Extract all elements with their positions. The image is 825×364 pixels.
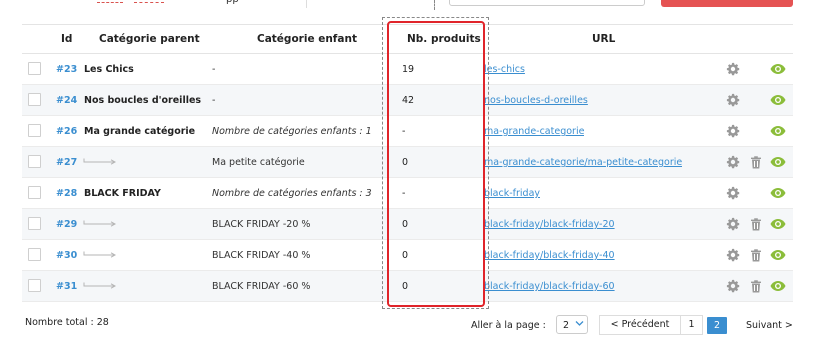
toolbar-partial-label: pp <box>226 0 239 5</box>
eye-icon[interactable] <box>770 94 786 109</box>
row-checkbox[interactable] <box>28 217 41 230</box>
eye-icon[interactable] <box>770 156 786 171</box>
row-checkbox[interactable] <box>28 124 41 137</box>
trash-icon[interactable] <box>750 218 762 234</box>
gear-icon[interactable] <box>726 155 740 172</box>
eye-icon[interactable] <box>770 187 786 202</box>
category-url-link[interactable]: ma-grande-categorie/ma-petite-categorie <box>484 157 682 168</box>
gear-icon[interactable] <box>726 124 740 141</box>
child-category: BLACK FRIDAY -60 % <box>212 281 311 292</box>
row-checkbox[interactable] <box>28 62 41 75</box>
goto-page-label: Aller à la page : <box>471 320 546 331</box>
toolbar-dashed-link[interactable] <box>134 2 164 3</box>
page-2-button[interactable]: 2 <box>707 317 727 334</box>
row-id-link[interactable]: #24 <box>56 95 77 106</box>
parent-category: BLACK FRIDAY <box>84 188 161 199</box>
row-id-link[interactable]: #30 <box>56 250 77 261</box>
row-checkbox[interactable] <box>28 279 41 292</box>
eye-icon[interactable] <box>770 249 786 264</box>
row-id-link[interactable]: #28 <box>56 188 77 199</box>
chevron-down-icon <box>575 321 584 326</box>
trash-icon[interactable] <box>750 249 762 265</box>
add-category-button[interactable] <box>661 0 793 7</box>
row-checkbox[interactable] <box>28 186 41 199</box>
page-select[interactable]: 2 <box>556 315 588 334</box>
search-input[interactable] <box>449 0 645 6</box>
row-id-link[interactable]: #29 <box>56 219 77 230</box>
category-url-link[interactable]: ma-grande-categorie <box>484 126 584 137</box>
col-header-url[interactable]: URL <box>592 33 615 45</box>
toolbar-guide-line <box>434 0 435 10</box>
eye-icon[interactable] <box>770 125 786 140</box>
row-checkbox[interactable] <box>28 93 41 106</box>
category-url-link[interactable]: black-friday/black-friday-60 <box>484 281 615 292</box>
parent-category: Les Chics <box>84 64 134 75</box>
sub-category-arrow-icon <box>83 220 117 231</box>
child-category: BLACK FRIDAY -20 % <box>212 219 311 230</box>
row-id-link[interactable]: #23 <box>56 64 77 75</box>
total-count: Nombre total : 28 <box>25 317 109 328</box>
trash-icon[interactable] <box>750 156 762 172</box>
sub-category-arrow-icon <box>83 158 117 169</box>
toolbar-dashed-link[interactable] <box>97 2 123 3</box>
row-checkbox[interactable] <box>28 248 41 261</box>
child-category: - <box>212 95 216 106</box>
gear-icon[interactable] <box>726 93 740 110</box>
row-id-link[interactable]: #26 <box>56 126 77 137</box>
child-category: Nombre de catégories enfants : 3 <box>212 188 372 199</box>
eye-icon[interactable] <box>770 63 786 78</box>
highlight-box <box>387 21 485 307</box>
row-checkbox[interactable] <box>28 155 41 168</box>
top-toolbar: pp <box>0 0 825 12</box>
trash-icon[interactable] <box>750 280 762 296</box>
category-url-link[interactable]: black-friday <box>484 188 540 199</box>
child-category: Ma petite catégorie <box>212 157 305 168</box>
previous-page-button[interactable]: < Précédent <box>599 315 681 335</box>
category-url-link[interactable]: les-chics <box>484 64 525 75</box>
category-url-link[interactable]: black-friday/black-friday-20 <box>484 219 615 230</box>
col-header-id[interactable]: Id <box>61 33 72 45</box>
page-select-value: 2 <box>563 320 570 331</box>
sub-category-arrow-icon <box>83 282 117 293</box>
child-category: BLACK FRIDAY -40 % <box>212 250 311 261</box>
col-header-child[interactable]: Catégorie enfant <box>257 33 357 45</box>
row-id-link[interactable]: #27 <box>56 157 77 168</box>
parent-category: Ma grande catégorie <box>84 126 196 137</box>
eye-icon[interactable] <box>770 280 786 295</box>
col-header-parent[interactable]: Catégorie parent <box>99 33 200 45</box>
parent-category: Nos boucles d'oreilles <box>84 95 202 106</box>
next-page-button[interactable]: Suivant > <box>746 320 793 331</box>
gear-icon[interactable] <box>726 217 740 234</box>
category-url-link[interactable]: nos-boucles-d-oreilles <box>484 95 588 106</box>
gear-icon[interactable] <box>726 279 740 296</box>
child-category: Nombre de catégories enfants : 1 <box>212 126 372 137</box>
eye-icon[interactable] <box>770 218 786 233</box>
sub-category-arrow-icon <box>83 251 117 262</box>
row-id-link[interactable]: #31 <box>56 281 77 292</box>
child-category: - <box>212 64 216 75</box>
toolbar-separator <box>306 0 307 8</box>
gear-icon[interactable] <box>726 248 740 265</box>
page-1-button[interactable]: 1 <box>681 315 703 335</box>
category-url-link[interactable]: black-friday/black-friday-40 <box>484 250 615 261</box>
gear-icon[interactable] <box>726 62 740 79</box>
gear-icon[interactable] <box>726 186 740 203</box>
